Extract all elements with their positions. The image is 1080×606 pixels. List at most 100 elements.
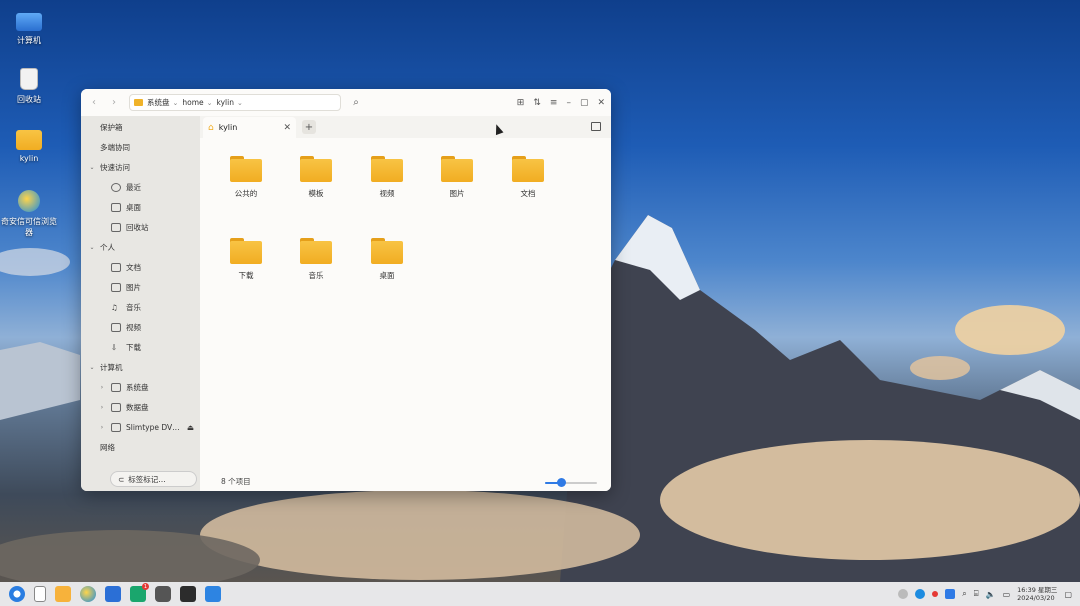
- view-mode-button[interactable]: ⊞: [517, 98, 525, 108]
- sidebar-item-documents[interactable]: 文档: [81, 258, 200, 276]
- tab-close-button[interactable]: ✕: [283, 123, 291, 133]
- folder-icon: [371, 238, 403, 264]
- sidebar-item-recent[interactable]: 最近: [81, 178, 200, 196]
- zoom-slider-handle[interactable]: [556, 478, 566, 487]
- folder-icon: [512, 156, 544, 182]
- close-button[interactable]: ✕: [597, 98, 605, 108]
- download-icon: ⇩: [111, 342, 118, 352]
- music-icon: ♫: [111, 302, 118, 312]
- disk-icon: [111, 402, 121, 412]
- status-item-count: 8 个项目: [221, 477, 251, 486]
- folder-item[interactable]: 视频: [360, 156, 414, 199]
- security-icon[interactable]: [945, 589, 956, 599]
- chevron-down-icon: ⌄: [89, 163, 95, 171]
- desktop-icon-browser[interactable]: 奇安信可信浏览器: [0, 190, 58, 238]
- sidebar-item-pictures[interactable]: 图片: [81, 278, 200, 296]
- browser-icon[interactable]: [80, 586, 96, 602]
- folder-icon: [300, 238, 332, 264]
- detail-pane-icon[interactable]: [591, 122, 601, 131]
- file-manager-window: ‹ › 系统盘 ⌄ home ⌄ kylin ⌄ ⌕ ⊞ ⇅ ≡ – ▢ ✕ 保护箱 …: [81, 89, 611, 491]
- folder-item[interactable]: 公共的: [219, 156, 273, 199]
- wps-icon[interactable]: [105, 586, 121, 602]
- tag-icon: ⊂: [118, 474, 125, 484]
- desktop-icon-computer[interactable]: 计算机: [0, 10, 58, 46]
- file-manager-icon[interactable]: [55, 586, 71, 602]
- document-icon: [111, 262, 121, 272]
- folder-item[interactable]: 桌面: [360, 238, 414, 281]
- sidebar-group-computer[interactable]: ⌄ 计算机: [81, 358, 200, 376]
- breadcrumb-item[interactable]: 系统盘 ⌄: [147, 97, 178, 108]
- trash-icon: [20, 68, 38, 90]
- breadcrumb-item[interactable]: home ⌄: [182, 98, 212, 107]
- browser-icon: [18, 190, 40, 212]
- image-viewer-icon[interactable]: [205, 586, 221, 602]
- clock[interactable]: 16:39 星期三 2024/03/20: [1017, 586, 1057, 602]
- desktop-icon-kylin[interactable]: kylin: [0, 130, 58, 163]
- start-menu-icon[interactable]: [9, 586, 25, 602]
- forward-button[interactable]: ›: [107, 96, 121, 110]
- multitask-icon[interactable]: [34, 586, 46, 602]
- app-store-icon[interactable]: 1: [130, 583, 149, 602]
- tab-bar: ⌂ kylin ✕ +: [200, 116, 611, 138]
- sidebar-item-videos[interactable]: 视频: [81, 318, 200, 336]
- folder-item[interactable]: 下载: [219, 238, 273, 281]
- eject-icon[interactable]: ⏏: [187, 423, 194, 432]
- system-tray: ⌕ ⌸ 🔈 ▭ 16:39 星期三 2024/03/20 ▢: [898, 586, 1080, 602]
- sidebar-group-personal[interactable]: ⌄ 个人: [81, 238, 200, 256]
- new-tab-button[interactable]: +: [302, 120, 316, 134]
- trash-icon: [111, 222, 121, 232]
- sidebar-group-quick[interactable]: ⌄ 快速访问: [81, 158, 200, 176]
- clock-icon: [111, 182, 121, 192]
- window-controls: ⊞ ⇅ ≡ – ▢ ✕: [517, 98, 605, 108]
- volume-icon[interactable]: 🔈: [986, 590, 996, 599]
- sidebar-item-downloads[interactable]: ⇩ 下载: [81, 338, 200, 356]
- sidebar-item-collab[interactable]: 多端协同: [81, 138, 200, 156]
- chevron-right-icon: ›: [100, 383, 104, 391]
- sidebar-item-data-disk[interactable]: › 数据盘: [81, 398, 200, 416]
- menu-button[interactable]: ≡: [550, 98, 558, 108]
- tag-button[interactable]: ⊂ 标签标记…: [110, 471, 197, 487]
- sidebar-item-music[interactable]: ♫ 音乐: [81, 298, 200, 316]
- sidebar-item-network[interactable]: 网络: [81, 438, 200, 456]
- folder-icon: [230, 156, 262, 182]
- optical-drive-icon: [111, 422, 121, 432]
- folder-icon: [441, 156, 473, 182]
- desktop-icon-trash[interactable]: 回收站: [0, 68, 58, 105]
- breadcrumb-item[interactable]: kylin ⌄: [217, 98, 243, 107]
- browser-tray-icon[interactable]: [915, 589, 926, 599]
- chevron-down-icon: ⌄: [172, 98, 179, 107]
- sidebar-item-optical-drive[interactable]: › Slimtype DV… ⏏: [81, 418, 200, 436]
- sidebar-item-trash[interactable]: 回收站: [81, 218, 200, 236]
- notification-badge: 1: [142, 583, 149, 590]
- picture-icon: [111, 282, 121, 292]
- breadcrumb[interactable]: 系统盘 ⌄ home ⌄ kylin ⌄: [129, 94, 341, 111]
- sidebar-item-safe[interactable]: 保护箱: [81, 118, 200, 136]
- power-icon[interactable]: ▭: [1003, 590, 1011, 599]
- record-icon[interactable]: [932, 591, 939, 597]
- folder-item[interactable]: 模板: [289, 156, 343, 199]
- settings-icon[interactable]: [155, 586, 171, 602]
- video-icon: [111, 322, 121, 332]
- chevron-down-icon: ⌄: [206, 98, 213, 107]
- folder-icon: [230, 238, 262, 264]
- chevron-down-icon: ⌄: [89, 363, 95, 371]
- search-icon[interactable]: ⌕: [962, 589, 966, 599]
- network-icon[interactable]: ⌸: [974, 589, 979, 599]
- terminal-icon[interactable]: [180, 586, 196, 602]
- sort-button[interactable]: ⇅: [533, 98, 541, 108]
- folder-item[interactable]: 文档: [501, 156, 555, 199]
- maximize-button[interactable]: ▢: [580, 98, 589, 108]
- minimize-button[interactable]: –: [566, 98, 571, 108]
- search-icon[interactable]: ⌕: [349, 96, 363, 110]
- zoom-slider[interactable]: [545, 478, 597, 487]
- folder-item[interactable]: 图片: [430, 156, 484, 199]
- chevron-down-icon: ⌄: [89, 243, 95, 251]
- folder-item[interactable]: 音乐: [289, 238, 343, 281]
- back-button[interactable]: ‹: [87, 96, 101, 110]
- sidebar-item-system-disk[interactable]: › 系统盘: [81, 378, 200, 396]
- chevron-right-icon: ›: [100, 403, 104, 411]
- notification-icon[interactable]: ▢: [1064, 590, 1072, 599]
- cloud-icon[interactable]: [898, 589, 909, 599]
- tab-kylin[interactable]: ⌂ kylin ✕: [203, 117, 296, 138]
- sidebar-item-desktop[interactable]: 桌面: [81, 198, 200, 216]
